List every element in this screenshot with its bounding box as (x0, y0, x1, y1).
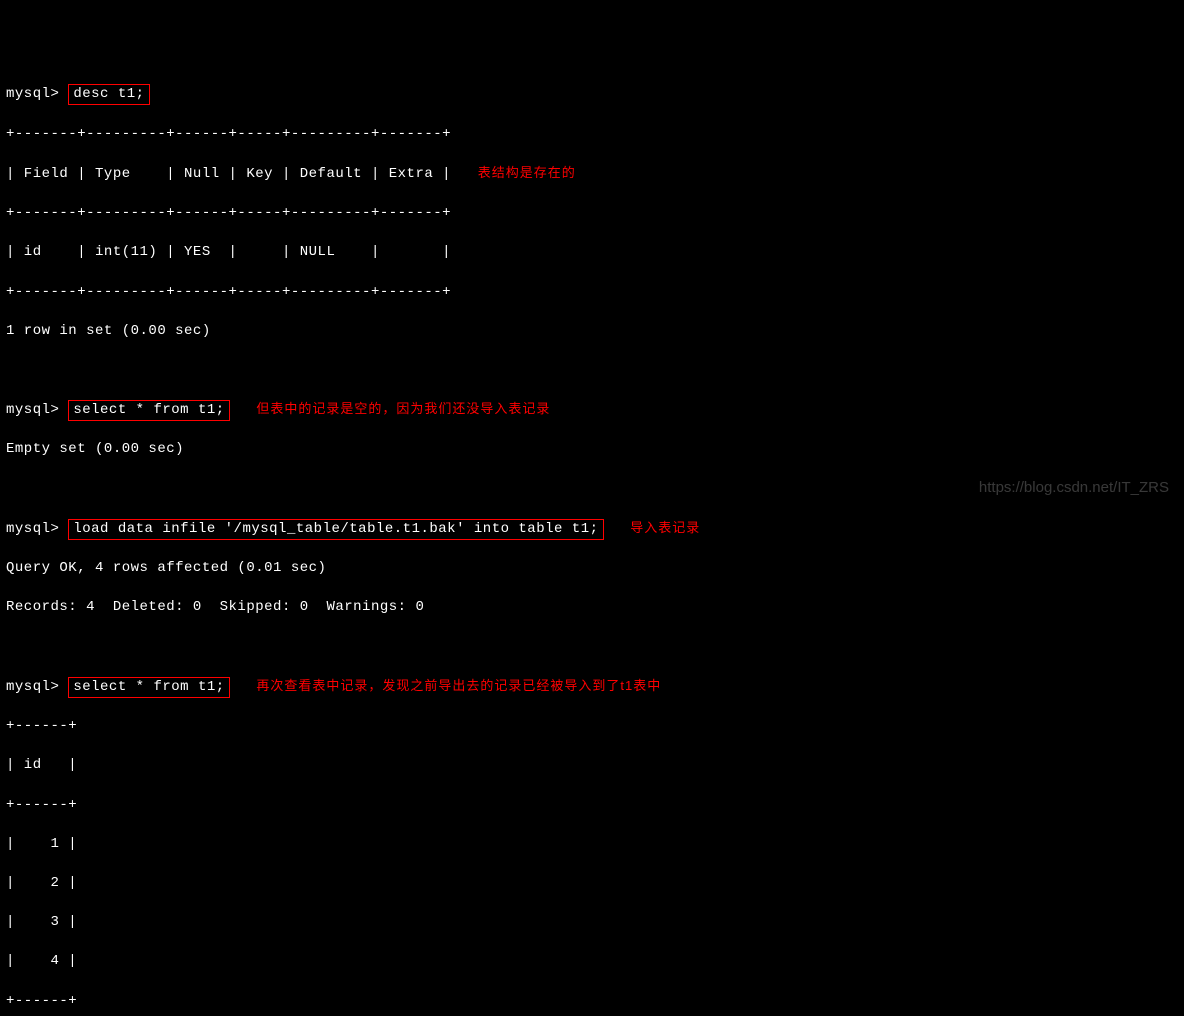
output-row: | id | int(11) | YES | | NULL | | (6, 243, 1178, 263)
watermark: https://blog.csdn.net/IT_ZRS (979, 477, 1169, 498)
output-border: +-------+---------+------+-----+--------… (6, 125, 1178, 145)
output-header: | id | (6, 756, 1178, 776)
command-load: load data infile '/mysql_table/table.t1.… (68, 519, 603, 540)
output-row: | 1 | (6, 835, 1178, 855)
output-border: +------+ (6, 796, 1178, 816)
terminal-line: mysql> select * from t1; 再次查看表中记录，发现之前导出… (6, 677, 1178, 698)
output-border: +------+ (6, 992, 1178, 1012)
output-header: | Field | Type | Null | Key | Default | … (6, 164, 1178, 185)
command-desc: desc t1; (68, 84, 149, 105)
blank-line (6, 361, 1178, 381)
blank-line (6, 638, 1178, 658)
output-row: | 4 | (6, 952, 1178, 972)
prompt: mysql> (6, 679, 59, 695)
prompt: mysql> (6, 521, 59, 537)
output-footer: 1 row in set (0.00 sec) (6, 322, 1178, 342)
annotation-note1: 表结构是存在的 (478, 165, 576, 180)
command-select1: select * from t1; (68, 400, 229, 421)
prompt: mysql> (6, 402, 59, 418)
command-select2: select * from t1; (68, 677, 229, 698)
output-border: +-------+---------+------+-----+--------… (6, 204, 1178, 224)
output-row: | 3 | (6, 913, 1178, 933)
annotation-note4: 再次查看表中记录，发现之前导出去的记录已经被导入到了t1表中 (256, 678, 661, 693)
prompt: mysql> (6, 86, 59, 102)
output-records: Records: 4 Deleted: 0 Skipped: 0 Warning… (6, 598, 1178, 618)
output-row: | 2 | (6, 874, 1178, 894)
annotation-note3: 导入表记录 (630, 520, 700, 535)
output-queryok: Query OK, 4 rows affected (0.01 sec) (6, 559, 1178, 579)
output-empty: Empty set (0.00 sec) (6, 440, 1178, 460)
terminal-line: mysql> load data infile '/mysql_table/ta… (6, 519, 1178, 540)
terminal-line: mysql> desc t1; (6, 84, 1178, 105)
terminal-line: mysql> select * from t1; 但表中的记录是空的，因为我们还… (6, 400, 1178, 421)
annotation-note2: 但表中的记录是空的，因为我们还没导入表记录 (256, 401, 550, 416)
output-border: +------+ (6, 717, 1178, 737)
output-border: +-------+---------+------+-----+--------… (6, 283, 1178, 303)
